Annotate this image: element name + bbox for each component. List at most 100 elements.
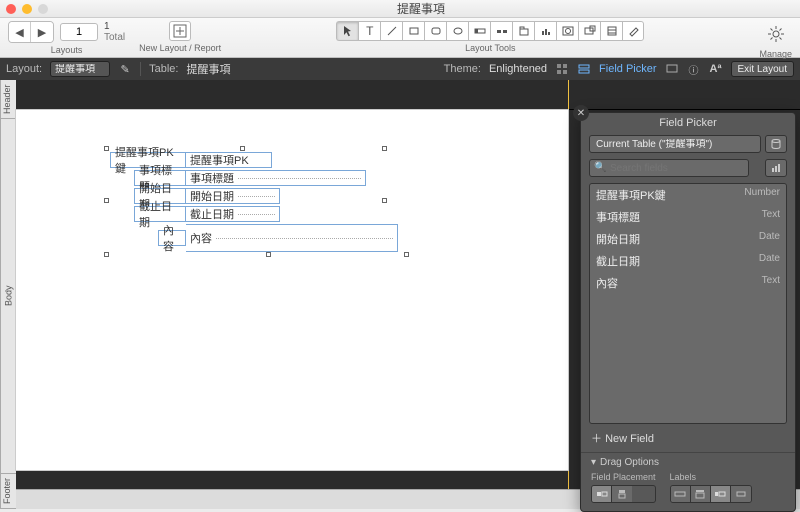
text-tool[interactable]: T	[358, 21, 380, 41]
layout-field[interactable]: 內容 內容	[158, 224, 398, 252]
field-list-item[interactable]: 提醒事項PK鍵Number	[590, 184, 786, 206]
new-layout-button[interactable]	[169, 21, 191, 41]
selection-handle[interactable]	[104, 146, 109, 151]
field-list-item[interactable]: 截止日期Date	[590, 250, 786, 272]
table-label: Table:	[149, 63, 178, 75]
selection-handle[interactable]	[104, 252, 109, 257]
selection-handle[interactable]	[240, 146, 245, 151]
selection-handle[interactable]	[404, 252, 409, 257]
part-tabs: Footer Body Header	[0, 80, 16, 509]
selection-handle[interactable]	[382, 198, 387, 203]
field-picker-link[interactable]: Field Picker	[599, 63, 656, 75]
manage-group: Manage	[759, 21, 792, 59]
layout-field[interactable]: 提醒事項PK鍵 提醒事項PK	[110, 152, 272, 168]
label-none-icon[interactable]	[731, 486, 751, 502]
field-tool[interactable]	[468, 21, 490, 41]
field-picker-table-selector[interactable]: Current Table ("提醒事項")	[589, 135, 761, 153]
field-label[interactable]: 截止日期	[134, 206, 186, 222]
selection-handle[interactable]	[382, 146, 387, 151]
sort-fields-button[interactable]	[765, 159, 787, 177]
label-left-icon[interactable]	[671, 486, 691, 502]
part-footer-tab[interactable]: Footer	[1, 474, 16, 509]
popover-tool[interactable]	[578, 21, 600, 41]
drag-options-header[interactable]: ▾ Drag Options	[591, 457, 785, 468]
layouts-label: Layouts	[51, 45, 83, 55]
part-body-tab[interactable]: Body	[1, 119, 16, 474]
text-format-icon[interactable]: Aª	[709, 62, 723, 76]
window-titlebar: 提醒事項	[0, 0, 800, 18]
main-toolbar: ◀ ▶ 1 Total Layouts New Layout / Report …	[0, 18, 800, 58]
workspace: Footer Body Header 提醒事項PK鍵 提醒事項PK 事項標題 事…	[0, 80, 800, 509]
field-body[interactable]: 事項標題	[186, 170, 366, 186]
field-body[interactable]: 開始日期	[186, 188, 280, 204]
field-list: 提醒事項PK鍵Number 事項標題Text 開始日期Date 截止日期Date…	[589, 183, 787, 424]
layout-number-input[interactable]	[60, 23, 98, 41]
chart-tool[interactable]	[534, 21, 556, 41]
rounded-rect-tool[interactable]	[424, 21, 446, 41]
theme-name: Enlightened	[489, 63, 547, 75]
edit-layout-name-icon[interactable]: ✎	[118, 62, 132, 76]
layout-total: 1 Total	[104, 21, 125, 43]
window-title: 提醒事項	[48, 0, 794, 17]
portal-tool[interactable]	[600, 21, 622, 41]
layout-tools-group: T Layout Tools	[235, 21, 745, 53]
tab-control-tool[interactable]	[512, 21, 534, 41]
close-window-button[interactable]	[6, 4, 16, 14]
minimize-window-button[interactable]	[22, 4, 32, 14]
new-layout-label: New Layout / Report	[139, 43, 221, 53]
field-list-item[interactable]: 事項標題Text	[590, 206, 786, 228]
prev-layout-button[interactable]: ◀	[9, 22, 31, 42]
right-boundary-guide[interactable]	[568, 80, 569, 509]
field-body[interactable]: 截止日期	[186, 206, 280, 222]
theme-picker-icon[interactable]	[555, 62, 569, 76]
selection-handle[interactable]	[104, 198, 109, 203]
label-top-icon[interactable]	[691, 486, 711, 502]
next-layout-button[interactable]: ▶	[31, 22, 53, 42]
zoom-window-button[interactable]	[38, 4, 48, 14]
oval-tool[interactable]	[446, 21, 468, 41]
new-field-button[interactable]: ＋ New Field	[581, 424, 795, 452]
rect-tool[interactable]	[402, 21, 424, 41]
layout-subbar: Layout: 提醒事項 ✎ Table: 提醒事項 Theme: Enligh…	[0, 58, 800, 80]
field-search-input[interactable]	[589, 159, 749, 177]
button-tool[interactable]	[490, 21, 512, 41]
selection-handle[interactable]	[266, 252, 271, 257]
layout-field[interactable]: 截止日期 截止日期	[134, 206, 280, 222]
screen-size-icon[interactable]	[665, 62, 679, 76]
layout-nav-segment: ◀ ▶	[8, 21, 54, 43]
line-tool[interactable]	[380, 21, 402, 41]
exit-layout-button[interactable]: Exit Layout	[731, 61, 794, 77]
placement-vertical-icon[interactable]	[612, 486, 632, 502]
field-placement-segment[interactable]	[591, 485, 656, 503]
format-painter-tool[interactable]	[622, 21, 644, 41]
close-field-picker-button[interactable]: ✕	[573, 105, 589, 121]
field-list-item[interactable]: 內容Text	[590, 272, 786, 294]
pointer-tool[interactable]	[336, 21, 358, 41]
field-body[interactable]: 提醒事項PK	[186, 152, 272, 168]
field-label[interactable]: 內容	[158, 230, 186, 246]
field-body[interactable]: 內容	[186, 224, 398, 252]
webviewer-tool[interactable]	[556, 21, 578, 41]
field-placement-label: Field Placement	[591, 472, 656, 482]
info-icon[interactable]: ⓘ	[687, 62, 701, 76]
labels-label: Labels	[670, 472, 752, 482]
manage-database-button[interactable]	[765, 135, 787, 153]
field-picker-title: Field Picker	[581, 113, 795, 135]
field-picker-panel: ✕ Field Picker Current Table ("提醒事項") 🔍	[580, 112, 796, 512]
window-controls	[6, 4, 48, 14]
layouts-group: ◀ ▶ 1 Total Layouts	[8, 21, 125, 55]
placement-horizontal-icon[interactable]	[592, 486, 612, 502]
part-header-tab[interactable]: Header	[1, 80, 16, 119]
layout-selector[interactable]: 提醒事項	[50, 61, 110, 77]
field-list-item[interactable]: 開始日期Date	[590, 228, 786, 250]
manage-button[interactable]	[763, 21, 789, 47]
body-part[interactable]: 提醒事項PK鍵 提醒事項PK 事項標題 事項標題 開始日期 開始日期 截止日期 …	[16, 110, 568, 470]
layout-tools-label: Layout Tools	[465, 43, 515, 53]
header-part[interactable]	[16, 80, 800, 110]
label-inside-icon[interactable]	[711, 486, 731, 502]
canvas[interactable]: 提醒事項PK鍵 提醒事項PK 事項標題 事項標題 開始日期 開始日期 截止日期 …	[16, 80, 800, 509]
labels-segment[interactable]	[670, 485, 752, 503]
manage-label: Manage	[759, 49, 792, 59]
field-picker-icon[interactable]	[577, 62, 591, 76]
disclosure-triangle-icon[interactable]: ▾	[591, 457, 596, 468]
